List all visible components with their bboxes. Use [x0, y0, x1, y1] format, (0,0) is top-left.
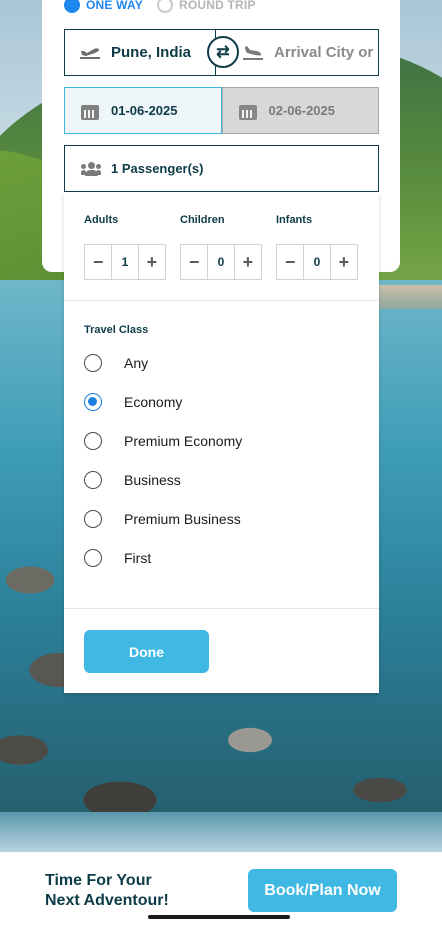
plus-button[interactable]: +	[235, 245, 261, 279]
children-count[interactable]: 0	[207, 245, 235, 279]
minus-button[interactable]: −	[181, 245, 207, 279]
class-option-premium-economy[interactable]: Premium Economy	[84, 432, 242, 450]
adults-counter: Adults − 1 +	[84, 214, 166, 280]
radio-icon[interactable]	[84, 471, 102, 489]
divider	[64, 608, 379, 609]
class-option-label: Economy	[124, 394, 183, 410]
passengers-summary: 1 Passenger(s)	[111, 161, 204, 176]
return-date-field[interactable]: 02-06-2025	[221, 87, 379, 134]
departure-city-field[interactable]: Pune, India	[65, 30, 216, 75]
adults-stepper: − 1 +	[84, 244, 166, 280]
trip-option-label: ONE WAY	[86, 0, 143, 12]
radio-unselected-icon[interactable]	[156, 0, 173, 13]
arrival-city-placeholder: Arrival City or	[274, 44, 374, 61]
children-counter: Children − 0 +	[180, 214, 262, 280]
calendar-icon	[238, 102, 257, 120]
class-option-label: First	[124, 550, 152, 566]
radio-icon[interactable]	[84, 549, 102, 567]
tagline-line-2: Next Adventour!	[45, 892, 169, 909]
divider	[64, 300, 379, 301]
departure-city-value: Pune, India	[111, 44, 192, 61]
infants-label: Infants	[276, 214, 313, 226]
radio-icon[interactable]	[84, 354, 102, 372]
class-option-first[interactable]: First	[84, 549, 151, 567]
class-option-label: Any	[124, 355, 149, 371]
footer-tagline: Time For Your Next Adventour!	[45, 871, 169, 911]
adults-count[interactable]: 1	[111, 245, 139, 279]
minus-button[interactable]: −	[277, 245, 303, 279]
departure-date-field[interactable]: 01-06-2025	[64, 87, 222, 134]
adults-label: Adults	[84, 214, 119, 226]
trip-option-one-way[interactable]: ONE WAY	[64, 0, 143, 13]
departure-date-value: 01-06-2025	[111, 103, 178, 118]
passenger-counters: Adults − 1 + Children − 0 + Infants − 0 …	[84, 214, 364, 280]
landing-plane-icon	[243, 45, 263, 60]
done-button[interactable]: Done	[84, 630, 209, 673]
calendar-icon	[81, 102, 99, 120]
class-option-business[interactable]: Business	[84, 471, 181, 489]
infants-count[interactable]: 0	[303, 245, 331, 279]
class-option-label: Premium Economy	[124, 433, 243, 449]
swap-icon: ⇄	[216, 44, 230, 61]
return-date-value: 02-06-2025	[268, 103, 336, 118]
infants-counter: Infants − 0 +	[276, 214, 358, 280]
class-option-label: Business	[124, 472, 181, 488]
class-option-any[interactable]: Any	[84, 354, 148, 372]
route-fields: Pune, India Arrival City or ⇄	[64, 29, 379, 76]
children-label: Children	[180, 214, 225, 226]
radio-selected-icon[interactable]	[84, 393, 102, 411]
trip-option-label: ROUND TRIP	[178, 0, 256, 12]
arrival-city-field[interactable]: Arrival City or	[216, 30, 378, 75]
takeoff-plane-icon	[80, 47, 100, 59]
book-plan-now-button[interactable]: Book/Plan Now	[248, 869, 397, 912]
minus-button[interactable]: −	[85, 245, 111, 279]
plus-button[interactable]: +	[331, 245, 357, 279]
water-band	[0, 812, 442, 854]
swap-cities-button[interactable]: ⇄	[207, 36, 239, 68]
passengers-field[interactable]: 1 Passenger(s)	[64, 145, 379, 192]
class-option-premium-business[interactable]: Premium Business	[84, 510, 241, 528]
radio-selected-icon[interactable]	[64, 0, 80, 13]
radio-icon[interactable]	[84, 432, 102, 450]
users-icon	[81, 161, 101, 176]
footer-bar: Time For Your Next Adventour! Book/Plan …	[0, 852, 442, 928]
trip-type-selector: ONE WAY ROUND TRIP	[64, 0, 256, 14]
home-indicator	[148, 915, 290, 919]
travel-class-title: Travel Class	[84, 324, 149, 336]
tagline-line-1: Time For Your	[45, 872, 152, 889]
radio-icon[interactable]	[84, 510, 102, 528]
children-stepper: − 0 +	[180, 244, 262, 280]
trip-option-round-trip[interactable]: ROUND TRIP	[156, 0, 256, 13]
date-fields: 01-06-2025 02-06-2025	[64, 87, 379, 134]
plus-button[interactable]: +	[139, 245, 165, 279]
passenger-class-dropdown: Adults − 1 + Children − 0 + Infants − 0 …	[64, 192, 379, 693]
class-option-economy[interactable]: Economy	[84, 393, 182, 411]
infants-stepper: − 0 +	[276, 244, 358, 280]
class-option-label: Premium Business	[124, 511, 241, 527]
